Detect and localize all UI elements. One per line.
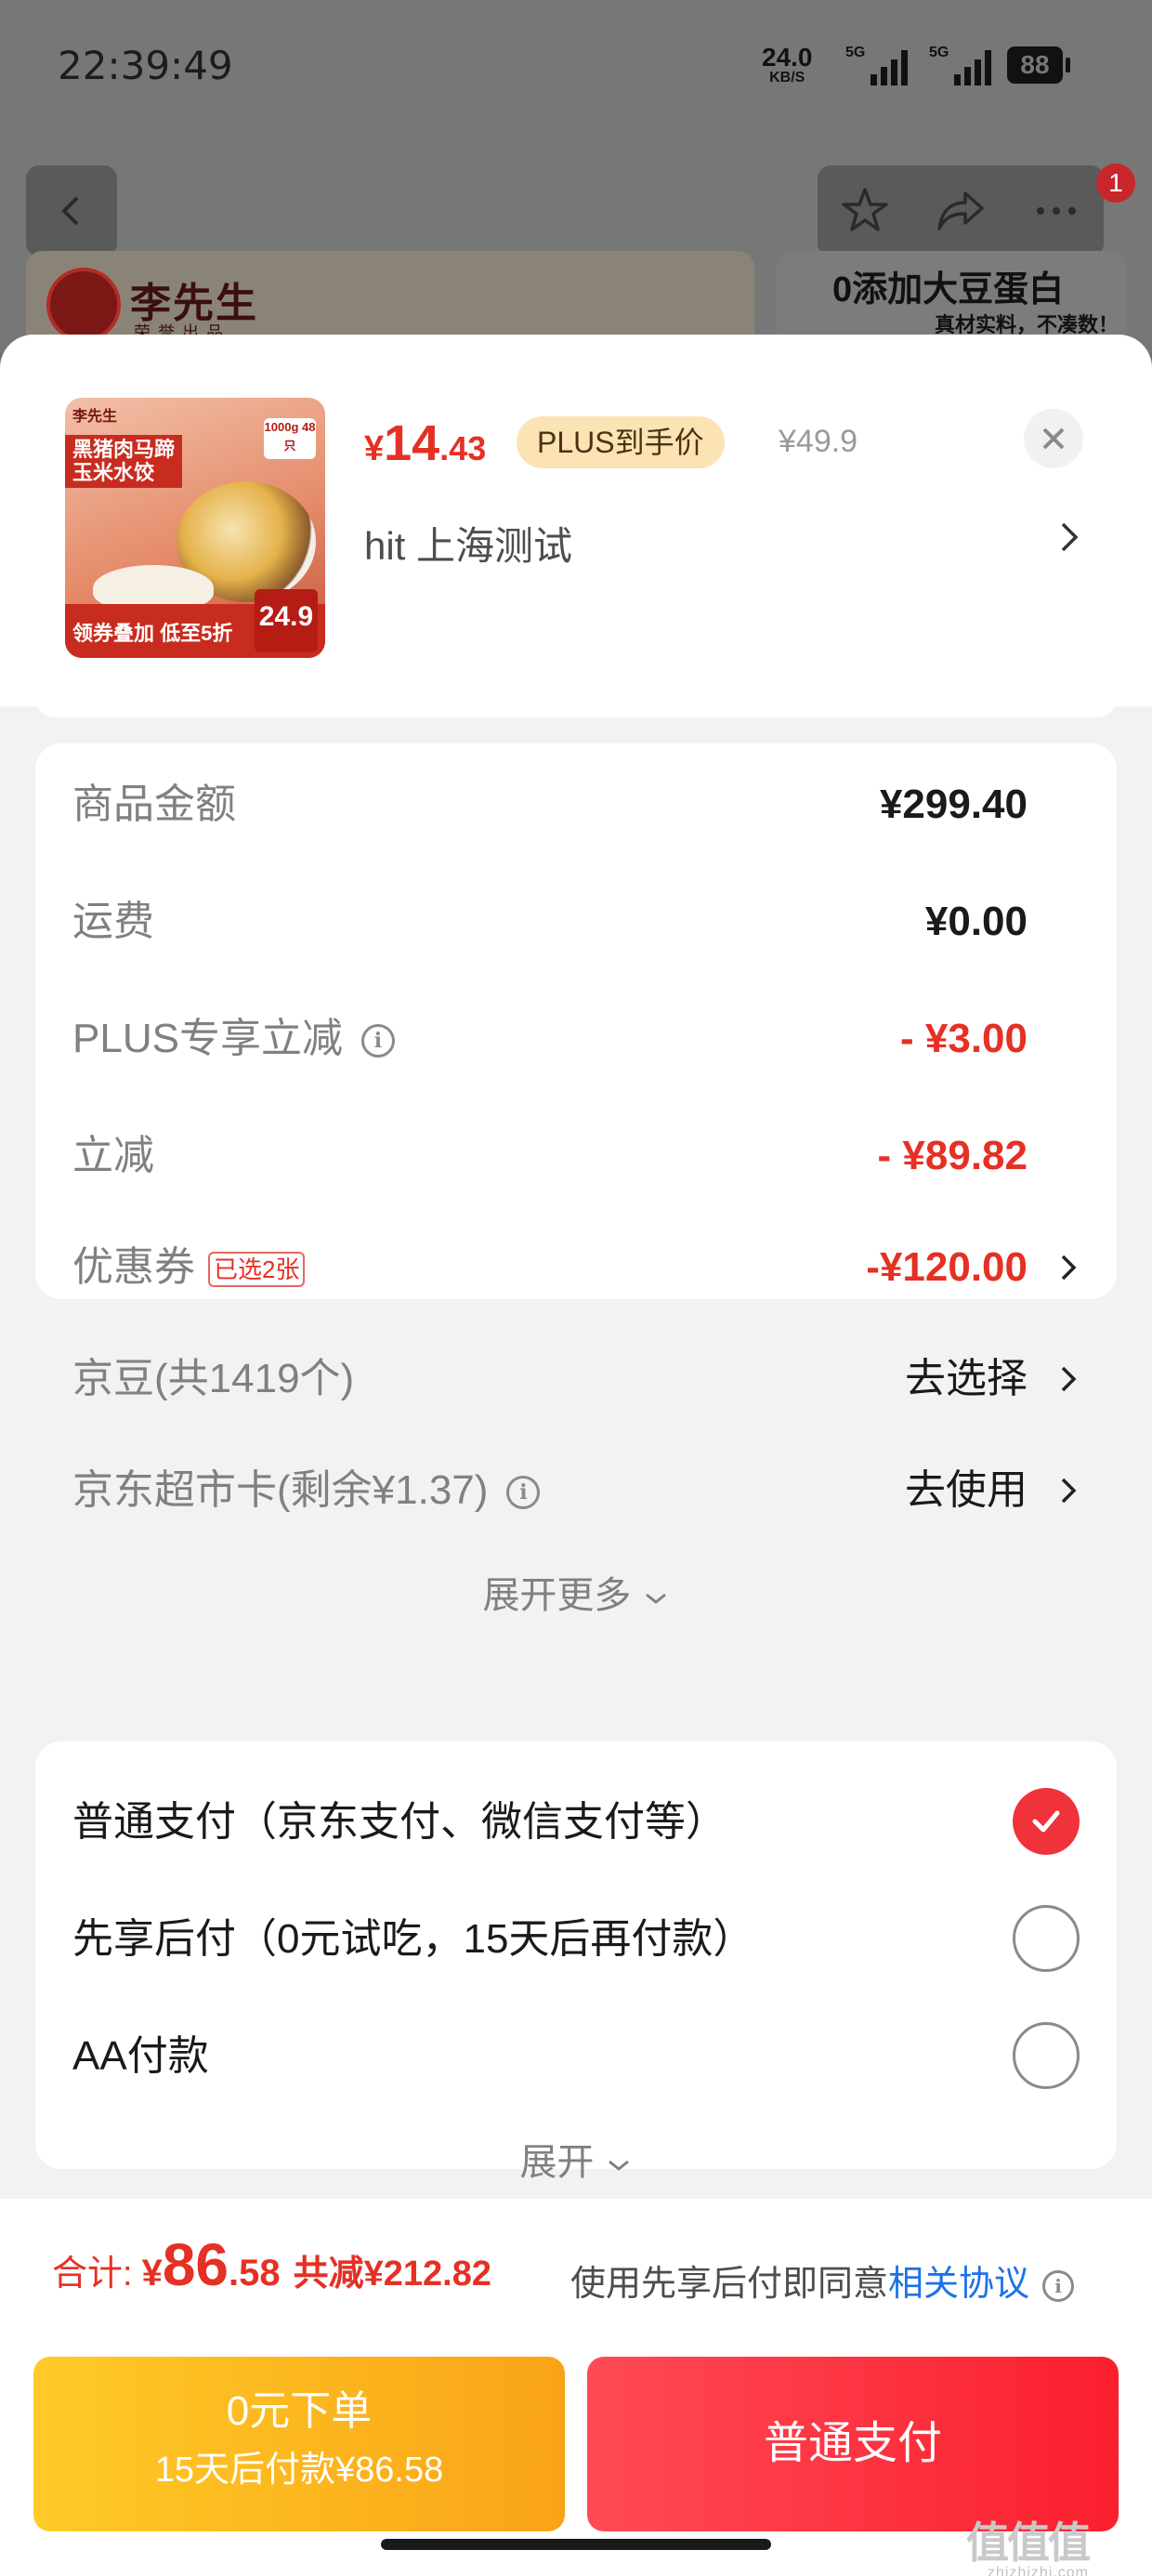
order-total: 合计: ¥86.58 共减¥212.82 <box>52 2231 491 2298</box>
chevron-down-icon <box>645 1593 666 1604</box>
zero-order-button[interactable]: 0元下单 15天后付款¥86.58 <box>33 2357 565 2531</box>
radio-unchecked[interactable] <box>1013 2022 1080 2089</box>
product-card: 李先生 1000g 48只 黑猪肉马蹄 玉米水饺 领券叠加 低至5折 24.9 ¥… <box>0 335 1152 706</box>
share-icon[interactable] <box>934 184 988 238</box>
agreement-text: 使用先享后付即同意相关协议 i <box>570 2254 1075 2306</box>
row-shipping: 运费 ¥0.00 <box>72 899 1028 944</box>
star-icon[interactable] <box>838 184 892 238</box>
watermark: 值值值 zhizhizhi.com <box>966 2518 1091 2576</box>
close-button[interactable] <box>1024 409 1083 468</box>
payment-option-paylater[interactable]: 先享后付（0元试吃，15天后再付款） <box>72 1905 1080 1974</box>
row-plus-discount: PLUS专享立减 i - ¥3.00 <box>72 1016 1028 1061</box>
row-goods-amount: 商品金额 ¥299.40 <box>72 782 1028 827</box>
product-thumbnail[interactable]: 李先生 1000g 48只 黑猪肉马蹄 玉米水饺 领券叠加 低至5折 24.9 <box>65 398 325 658</box>
close-icon <box>1042 427 1065 450</box>
status-time: 22:39:49 <box>58 43 233 88</box>
expand-more-button[interactable]: 展开更多 <box>35 1565 1117 1619</box>
status-bar: 22:39:49 24.0 KB/S 5G 5G 88 <box>0 0 1152 139</box>
more-icon[interactable] <box>1029 184 1083 238</box>
radio-checked[interactable] <box>1013 1788 1080 1855</box>
info-icon[interactable]: i <box>360 1024 395 1058</box>
info-icon[interactable]: i <box>1042 2269 1075 2302</box>
top-action-bar <box>818 165 1104 256</box>
radio-unchecked[interactable] <box>1013 1905 1080 1972</box>
info-icon[interactable]: i <box>506 1476 541 1510</box>
expand-payment-button[interactable]: 展开 <box>35 2132 1117 2186</box>
chevron-down-icon <box>608 2160 629 2171</box>
coupon-selected-tag: 已选2张 <box>208 1252 306 1288</box>
row-supermarket-card[interactable]: 京东超市卡(剩余¥1.37) i 去使用 <box>72 1463 1080 1518</box>
chevron-right-icon <box>1061 1366 1077 1392</box>
signal-icon-sim2: 5G <box>929 45 992 85</box>
chevron-right-icon <box>1061 1478 1077 1504</box>
current-price: ¥14.43 <box>364 415 487 471</box>
original-price: ¥49.9 <box>779 424 858 459</box>
chevron-right-icon <box>1061 1255 1077 1281</box>
fee-summary-card: 商品金额 ¥299.40 运费 ¥0.00 PLUS专享立减 i - ¥3.00 … <box>35 743 1117 1616</box>
chevron-right-icon[interactable] <box>1057 517 1081 558</box>
notification-badge: 1 <box>1096 164 1135 203</box>
row-coupon[interactable]: 优惠券 已选2张 -¥120.00 <box>72 1240 1080 1295</box>
back-button[interactable] <box>26 165 117 256</box>
home-indicator[interactable] <box>381 2539 771 2550</box>
battery-icon: 88 <box>1007 46 1070 84</box>
network-speed: 24.0 KB/S <box>762 43 813 85</box>
row-jingdou[interactable]: 京豆(共1419个) 去选择 <box>72 1351 1080 1407</box>
normal-pay-button[interactable]: 普通支付 <box>587 2357 1119 2531</box>
agreement-link[interactable]: 相关协议 <box>888 2265 1029 2304</box>
signal-icon-sim1: 5G <box>845 45 909 85</box>
check-icon <box>1032 1810 1060 1833</box>
row-instant-discount: 立减 - ¥89.82 <box>72 1133 1028 1178</box>
address-text[interactable]: hit 上海测试 <box>364 515 572 572</box>
payment-option-aa[interactable]: AA付款 <box>72 2022 1080 2091</box>
payment-option-normal[interactable]: 普通支付（京东支付、微信支付等） <box>72 1788 1080 1857</box>
chevron-left-icon <box>61 196 79 226</box>
plus-price-tag: PLUS到手价 <box>517 416 725 468</box>
payment-method-card: 普通支付（京东支付、微信支付等） 先享后付（0元试吃，15天后再付款） AA付款… <box>35 1741 1117 2183</box>
brand-logo <box>46 268 121 342</box>
